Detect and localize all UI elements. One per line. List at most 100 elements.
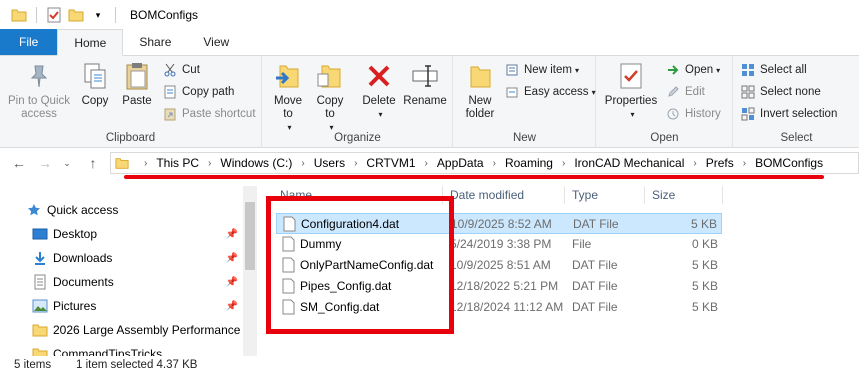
red-underline-annotation (124, 175, 824, 179)
breadcrumb-ironcad-mechanical[interactable]: IronCAD Mechanical (572, 156, 686, 170)
invert-selection-button[interactable]: Invert selection (740, 104, 837, 124)
address-bar[interactable]: › This PC › Windows (C:) › Users › CRTVM… (110, 152, 859, 174)
breadcrumb-bomconfigs[interactable]: BOMConfigs (753, 156, 825, 170)
window-title: BOMConfigs (130, 8, 199, 22)
star-icon (26, 202, 42, 218)
properties-button[interactable]: Properties ▾ (603, 60, 659, 121)
nav-item-label: CommandTipsTricks (53, 347, 163, 356)
nav-item-label: Documents (53, 275, 114, 289)
folder-icon[interactable] (8, 4, 30, 26)
chevron-right-icon[interactable]: › (486, 158, 503, 169)
paste-shortcut-button[interactable]: Paste shortcut (162, 104, 256, 124)
pin-icon[interactable]: 📌 (226, 277, 238, 288)
properties-icon[interactable] (43, 4, 65, 26)
copy-to-icon (314, 60, 346, 92)
file-date: 12/18/2024 11:12 AM (450, 300, 564, 314)
file-type: File (572, 237, 592, 251)
up-arrow-icon[interactable]: ↑ (84, 154, 102, 172)
nav-item-quick-access[interactable]: Quick access (26, 198, 258, 222)
folder-icon (115, 158, 129, 169)
column-divider[interactable] (644, 186, 645, 204)
breadcrumb-prefs[interactable]: Prefs (704, 156, 736, 170)
open-icon (665, 62, 681, 78)
tab-share[interactable]: Share (123, 29, 187, 55)
breadcrumb-windows-c[interactable]: Windows (C:) (218, 156, 294, 170)
status-item-count: 5 items (14, 359, 52, 370)
nav-item-folder[interactable]: CommandTipsTricks (32, 342, 244, 356)
folder-icon (32, 322, 48, 338)
new-item-button[interactable]: New item ▾ (504, 60, 579, 80)
forward-arrow-icon[interactable]: → (36, 154, 54, 172)
cut-label: Cut (182, 64, 200, 76)
file-row[interactable]: Pipes_Config.dat 12/18/2022 5:21 PM DAT … (276, 276, 722, 297)
paste-button[interactable]: Paste (118, 60, 156, 108)
file-row[interactable]: Configuration4.dat 10/9/2025 8:52 AM DAT… (276, 213, 722, 234)
pin-to-quick-access-button[interactable]: Pin to Quick access (6, 60, 72, 121)
breadcrumb-crtvm1[interactable]: CRTVM1 (364, 156, 417, 170)
copy-button[interactable]: Copy (76, 60, 114, 108)
column-header-type[interactable]: Type (572, 188, 598, 202)
column-divider[interactable] (442, 186, 443, 204)
chevron-right-icon[interactable]: › (555, 158, 572, 169)
new-group-label: New (512, 132, 536, 144)
copy-to-button[interactable]: Copy to ▾ (311, 60, 349, 134)
move-to-button[interactable]: Move to ▾ (269, 60, 307, 134)
customize-toolbar-icon[interactable]: ▾ (87, 4, 109, 26)
chevron-right-icon[interactable]: › (294, 158, 311, 169)
select-none-button[interactable]: Select none (740, 82, 821, 102)
breadcrumb-users[interactable]: Users (312, 156, 347, 170)
file-name: Dummy (300, 237, 342, 251)
file-row[interactable]: Dummy 5/24/2019 3:38 PM File 0 KB (276, 234, 722, 255)
quick-access-toolbar: ▾ (8, 4, 122, 26)
paste-icon (121, 60, 153, 92)
new-folder-label: New folder (465, 95, 495, 120)
recent-locations-icon[interactable]: ⌄ (58, 154, 76, 172)
easy-access-button[interactable]: Easy access ▾ (504, 82, 596, 102)
file-row[interactable]: SM_Config.dat 12/18/2024 11:12 AM DAT Fi… (276, 297, 722, 318)
nav-item-folder[interactable]: 2026 Large Assembly Performance (32, 318, 244, 342)
folder-icon (32, 346, 48, 356)
history-button[interactable]: History (665, 104, 721, 124)
column-header-name[interactable]: Name (280, 188, 312, 202)
file-row[interactable]: OnlyPartNameConfig.dat 10/9/2025 8:51 AM… (276, 255, 722, 276)
select-all-button[interactable]: Select all (740, 60, 807, 80)
select-none-icon (740, 84, 756, 100)
file-icon (282, 257, 295, 273)
column-header-date[interactable]: Date modified (450, 188, 524, 202)
delete-button[interactable]: Delete ▾ (359, 60, 399, 121)
chevron-right-icon[interactable]: › (686, 158, 703, 169)
column-divider[interactable] (722, 186, 723, 204)
pin-icon[interactable]: 📌 (226, 301, 238, 312)
pin-icon[interactable]: 📌 (226, 229, 238, 240)
chevron-right-icon[interactable]: › (736, 158, 753, 169)
file-name: SM_Config.dat (300, 300, 380, 314)
pin-icon[interactable]: 📌 (226, 253, 238, 264)
nav-scrollbar-thumb[interactable] (245, 202, 255, 270)
tab-file[interactable]: File (0, 29, 58, 55)
toolbar-divider (115, 7, 116, 23)
chevron-right-icon[interactable]: › (201, 158, 218, 169)
tab-view[interactable]: View (187, 29, 245, 55)
nav-item-pictures[interactable]: Pictures 📌 (32, 294, 244, 318)
open-button[interactable]: Open ▾ (665, 60, 720, 80)
breadcrumb-appdata[interactable]: AppData (435, 156, 486, 170)
edit-button[interactable]: Edit (665, 82, 705, 102)
new-folder-icon[interactable] (65, 4, 87, 26)
column-header-size[interactable]: Size (652, 188, 675, 202)
breadcrumb-roaming[interactable]: Roaming (503, 156, 555, 170)
back-arrow-icon[interactable]: ← (10, 154, 28, 172)
open-group-label: Open (650, 132, 679, 144)
rename-button[interactable]: Rename (403, 60, 447, 108)
copy-path-button[interactable]: Copy path (162, 82, 234, 102)
column-divider[interactable] (564, 186, 565, 204)
breadcrumb-this-pc[interactable]: This PC (154, 156, 201, 170)
nav-item-documents[interactable]: Documents 📌 (32, 270, 244, 294)
nav-item-downloads[interactable]: Downloads 📌 (32, 246, 244, 270)
tab-home[interactable]: Home (57, 29, 124, 56)
select-all-label: Select all (760, 64, 807, 76)
chevron-right-icon[interactable]: › (418, 158, 435, 169)
new-folder-button[interactable]: New folder (460, 60, 500, 121)
cut-button[interactable]: Cut (162, 60, 200, 80)
chevron-right-icon[interactable]: › (347, 158, 364, 169)
nav-item-desktop[interactable]: Desktop 📌 (32, 222, 244, 246)
